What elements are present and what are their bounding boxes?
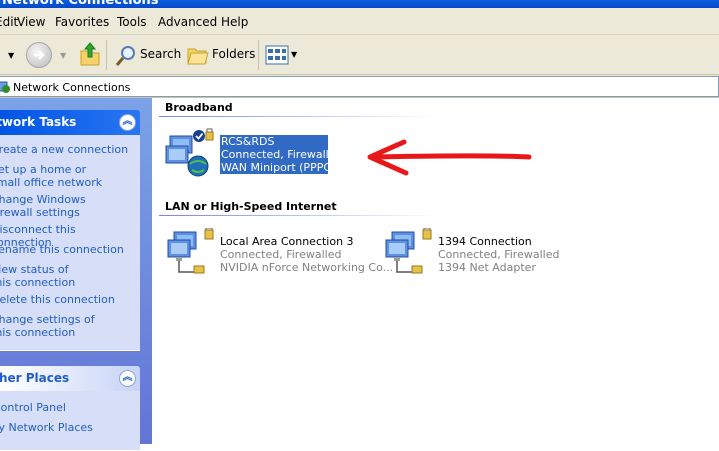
task-firewall-settings[interactable]: Change Windows Firewall settings <box>0 193 121 219</box>
task-view-status[interactable]: View status of this connection <box>0 263 91 289</box>
network-tasks-body: Create a new connection Set up a home or… <box>0 135 140 351</box>
task-rename[interactable]: Rename this connection <box>0 243 131 256</box>
collapse-chevron-icon[interactable]: ︽ <box>119 370 136 387</box>
views-icon[interactable] <box>265 45 289 68</box>
search-button-label[interactable]: Search <box>140 47 181 61</box>
menu-bar: Edit View Favorites Tools Advanced Help <box>0 8 719 35</box>
task-pane: Network Tasks ︽ Create a new connection … <box>0 98 152 451</box>
menu-edit[interactable]: Edit <box>0 15 18 29</box>
lan-connection-icon[interactable] <box>164 227 216 280</box>
lan-connection-device: NVIDIA nForce Networking Co... <box>220 261 394 274</box>
broadband-connection-selection[interactable]: RCS&RDS Connected, Firewalled WAN Minipo… <box>220 135 343 174</box>
firewire-connection-name[interactable]: 1394 Connection <box>438 235 532 248</box>
toolbar-separator <box>258 40 259 70</box>
task-create-connection[interactable]: Create a new connection <box>0 143 131 156</box>
broadband-connection-status: Connected, Firewalled <box>221 148 343 161</box>
collapse-chevron-icon[interactable]: ︽ <box>119 114 136 131</box>
firewire-connection-icon[interactable] <box>382 227 434 280</box>
forward-dropdown-icon[interactable]: ▼ <box>60 51 66 60</box>
toolbar: ▼ ▼ Search Folders ▼ <box>0 35 719 75</box>
window-title: Network Connections <box>2 0 159 8</box>
folders-icon[interactable] <box>186 44 210 69</box>
lan-connection-name[interactable]: Local Area Connection 3 <box>220 235 354 248</box>
broadband-connection-icon[interactable] <box>164 128 216 180</box>
menu-tools[interactable]: Tools <box>117 15 147 29</box>
up-folder-icon[interactable] <box>78 41 102 70</box>
title-bar: Network Connections <box>0 0 719 8</box>
menu-advanced[interactable]: Advanced <box>158 15 217 29</box>
place-my-network-places[interactable]: My Network Places <box>0 421 129 434</box>
annotation-arrow-icon <box>367 139 532 176</box>
menu-favorites[interactable]: Favorites <box>55 15 109 29</box>
other-places-title: Other Places <box>0 371 70 385</box>
task-delete[interactable]: Delete this connection <box>0 293 131 306</box>
lan-connection-status: Connected, Firewalled <box>220 248 342 261</box>
folders-button-label[interactable]: Folders <box>212 47 255 61</box>
network-folder-icon <box>0 80 10 97</box>
network-tasks-header[interactable]: Network Tasks ︽ <box>0 110 140 135</box>
search-icon[interactable] <box>114 44 138 71</box>
address-value: Network Connections <box>13 81 131 94</box>
other-places-header[interactable]: Other Places ︽ <box>0 366 140 391</box>
firewire-connection-status: Connected, Firewalled <box>438 248 560 261</box>
network-tasks-title: Network Tasks <box>0 115 77 129</box>
back-dropdown-icon[interactable]: ▼ <box>8 51 14 60</box>
group-header-lan: LAN or High-Speed Internet <box>165 200 337 213</box>
place-control-panel[interactable]: Control Panel <box>0 401 133 414</box>
toolbar-separator <box>106 40 107 70</box>
broadband-connection-name[interactable]: RCS&RDS <box>221 135 274 148</box>
task-home-network[interactable]: Set up a home or small office network <box>0 163 111 189</box>
forward-icon[interactable] <box>26 42 52 68</box>
group-divider <box>159 215 439 216</box>
menu-help[interactable]: Help <box>221 15 248 29</box>
group-divider <box>159 116 439 117</box>
address-bar: Network Connections <box>0 75 719 98</box>
connections-view: Broadband RCS&RDS Connected, Firewalled … <box>152 98 719 444</box>
broadband-connection-device: WAN Miniport (PPPOE) <box>221 161 344 174</box>
other-places-body: Control Panel My Network Places <box>0 391 140 451</box>
views-dropdown-icon[interactable]: ▼ <box>291 50 297 59</box>
menu-view[interactable]: View <box>17 15 45 29</box>
task-change-settings[interactable]: Change settings of this connection <box>0 313 111 339</box>
address-field[interactable]: Network Connections <box>0 76 719 97</box>
firewire-connection-device: 1394 Net Adapter <box>438 261 536 274</box>
group-header-broadband: Broadband <box>165 101 233 114</box>
